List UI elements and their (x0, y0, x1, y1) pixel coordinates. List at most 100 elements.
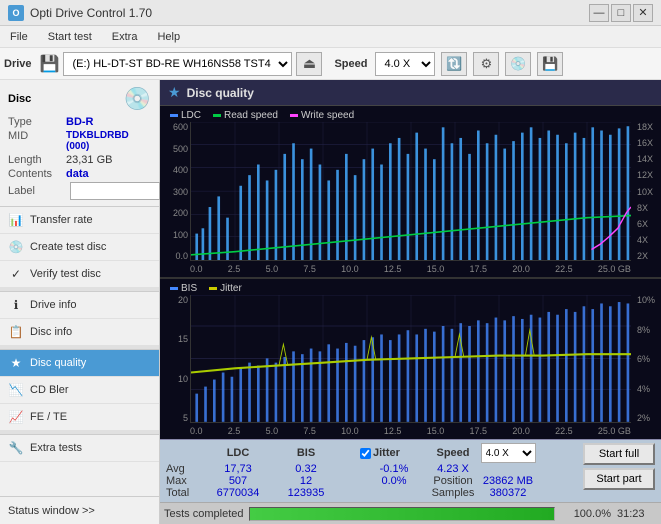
top-chart-legend: LDC Read speed Write speed (170, 110, 354, 121)
sidebar-item-verify-test-disc[interactable]: ✓ Verify test disc (0, 261, 159, 288)
start-part-button[interactable]: Start part (583, 468, 655, 490)
disc-label-input[interactable] (70, 182, 160, 200)
top-chart-plot (190, 122, 631, 261)
eject-button[interactable]: ⏏ (296, 52, 322, 76)
sidebar-item-extra-tests[interactable]: 🔧 Extra tests (0, 435, 159, 462)
x-20: 20.0 (512, 264, 530, 274)
disc-panel-title: Disc (8, 93, 31, 105)
main-content: Disc 💿 Type BD-R MID TDKBLDRBD (000) Len… (0, 80, 661, 524)
y-left-0: 0.0 (175, 251, 188, 261)
jitter-checkbox[interactable] (360, 448, 371, 459)
refresh-button[interactable]: 🔃 (441, 52, 467, 76)
disc-panel: Disc 💿 Type BD-R MID TDKBLDRBD (000) Len… (0, 80, 159, 207)
progress-bar-container: Tests completed 100.0% 31:23 (160, 502, 661, 524)
bottom-chart-legend: BIS Jitter (170, 283, 242, 294)
by-20: 20 (178, 295, 188, 305)
jitter-col-header: Jitter (360, 443, 428, 463)
by-15: 15 (178, 334, 188, 344)
legend-read: Read speed (213, 110, 278, 121)
sidebar-item-transfer-rate[interactable]: 📊 Transfer rate (0, 207, 159, 234)
speed-col-select: 4.0 X (478, 443, 538, 463)
jitter-label: Jitter (220, 283, 242, 294)
maximize-button[interactable]: □ (611, 4, 631, 22)
progress-status: Tests completed (164, 508, 243, 520)
disc-quality-icon: ★ (8, 355, 24, 371)
y-right-12x: 12X (637, 170, 653, 180)
menu-start-test[interactable]: Start test (42, 29, 98, 45)
bottom-y-axis-left: 20 15 10 5 (160, 295, 190, 423)
max-bis: 12 (272, 475, 340, 487)
app-icon: O (8, 5, 24, 21)
close-button[interactable]: ✕ (633, 4, 653, 22)
sidebar-item-drive-info[interactable]: ℹ Drive info (0, 292, 159, 319)
top-y-axis-left: 600 500 400 300 200 100 0.0 (160, 122, 190, 261)
stats-table: LDC BIS Jitter Speed (166, 443, 538, 499)
disc-contents-row: Contents data (8, 168, 151, 180)
title-bar: O Opti Drive Control 1.70 — □ ✕ (0, 0, 661, 26)
disc-label-row: Label 🏷 (8, 182, 151, 200)
disc-contents-value[interactable]: data (66, 168, 89, 180)
sidebar-item-disc-info[interactable]: 📋 Disc info (0, 319, 159, 346)
disc-contents-label: Contents (8, 168, 66, 180)
sidebar-item-cd-bler[interactable]: 📉 CD Bler (0, 377, 159, 404)
progress-fill (250, 508, 554, 520)
y-right-14x: 14X (637, 154, 653, 164)
disc-type-label: Type (8, 116, 66, 128)
menu-help[interactable]: Help (151, 29, 186, 45)
write-label: Write speed (301, 110, 354, 121)
total-ldc: 6770034 (204, 487, 272, 499)
y-right-10x: 10X (637, 187, 653, 197)
stats-avg-row: Avg 17,73 0.32 -0.1% 4.23 X (166, 463, 538, 475)
start-full-button[interactable]: Start full (583, 443, 655, 465)
y-right-2x: 2X (637, 251, 648, 261)
bx-20: 20.0 (512, 426, 530, 436)
x-25: 25.0 GB (598, 264, 631, 274)
title-bar-title: Opti Drive Control 1.70 (30, 6, 152, 20)
by-r-4: 4% (637, 384, 650, 394)
by-r-2: 2% (637, 413, 650, 423)
ldc-col-header: LDC (204, 443, 272, 463)
disc-button[interactable]: 💿 (505, 52, 531, 76)
speed-select-stats[interactable]: 4.0 X (481, 443, 536, 463)
menu-file[interactable]: File (4, 29, 34, 45)
max-ldc: 507 (204, 475, 272, 487)
drive-select[interactable]: (E:) HL-DT-ST BD-RE WH16NS58 TST4 (63, 52, 292, 76)
y-left-600: 600 (173, 122, 188, 132)
disc-type-row: Type BD-R (8, 116, 151, 128)
transfer-rate-icon: 📊 (8, 212, 24, 228)
bottom-y-axis-right: 10% 8% 6% 4% 2% (635, 295, 661, 423)
x-0: 0.0 (190, 264, 203, 274)
bx-7-5: 7.5 (303, 426, 316, 436)
title-bar-controls: — □ ✕ (589, 4, 653, 22)
write-dot (290, 114, 298, 117)
speed-select[interactable]: 4.0 X 1.0 X 2.0 X 8.0 X (375, 52, 435, 76)
bx-0: 0.0 (190, 426, 203, 436)
disc-label-label: Label (8, 185, 66, 197)
y-left-300: 300 (173, 187, 188, 197)
x-5: 5.0 (266, 264, 279, 274)
x-2-5: 2.5 (228, 264, 241, 274)
sidebar-item-disc-quality[interactable]: ★ Disc quality (0, 350, 159, 377)
y-right-6x: 6X (637, 219, 648, 229)
sidebar-item-fe-te[interactable]: 📈 FE / TE (0, 404, 159, 431)
verify-test-disc-icon: ✓ (8, 266, 24, 282)
progress-percent: 100.0% (561, 508, 611, 520)
status-window-button[interactable]: Status window >> (0, 496, 159, 524)
speed-label: Speed (334, 58, 367, 70)
start-buttons: Start full Start part (583, 443, 655, 499)
legend-write: Write speed (290, 110, 354, 121)
fe-te-icon: 📈 (8, 409, 24, 425)
y-left-200: 200 (173, 208, 188, 218)
menu-extra[interactable]: Extra (106, 29, 144, 45)
sidebar-item-create-test-disc[interactable]: 💿 Create test disc (0, 234, 159, 261)
samples-value: 380372 (478, 487, 538, 499)
bx-25: 25.0 GB (598, 426, 631, 436)
save-button[interactable]: 💾 (537, 52, 563, 76)
stats-max-row: Max 507 12 0.0% Position 23862 MB (166, 475, 538, 487)
total-label: Total (166, 487, 204, 499)
x-7-5: 7.5 (303, 264, 316, 274)
settings-button[interactable]: ⚙ (473, 52, 499, 76)
bis-col-header: BIS (272, 443, 340, 463)
ldc-label: LDC (181, 110, 201, 121)
minimize-button[interactable]: — (589, 4, 609, 22)
